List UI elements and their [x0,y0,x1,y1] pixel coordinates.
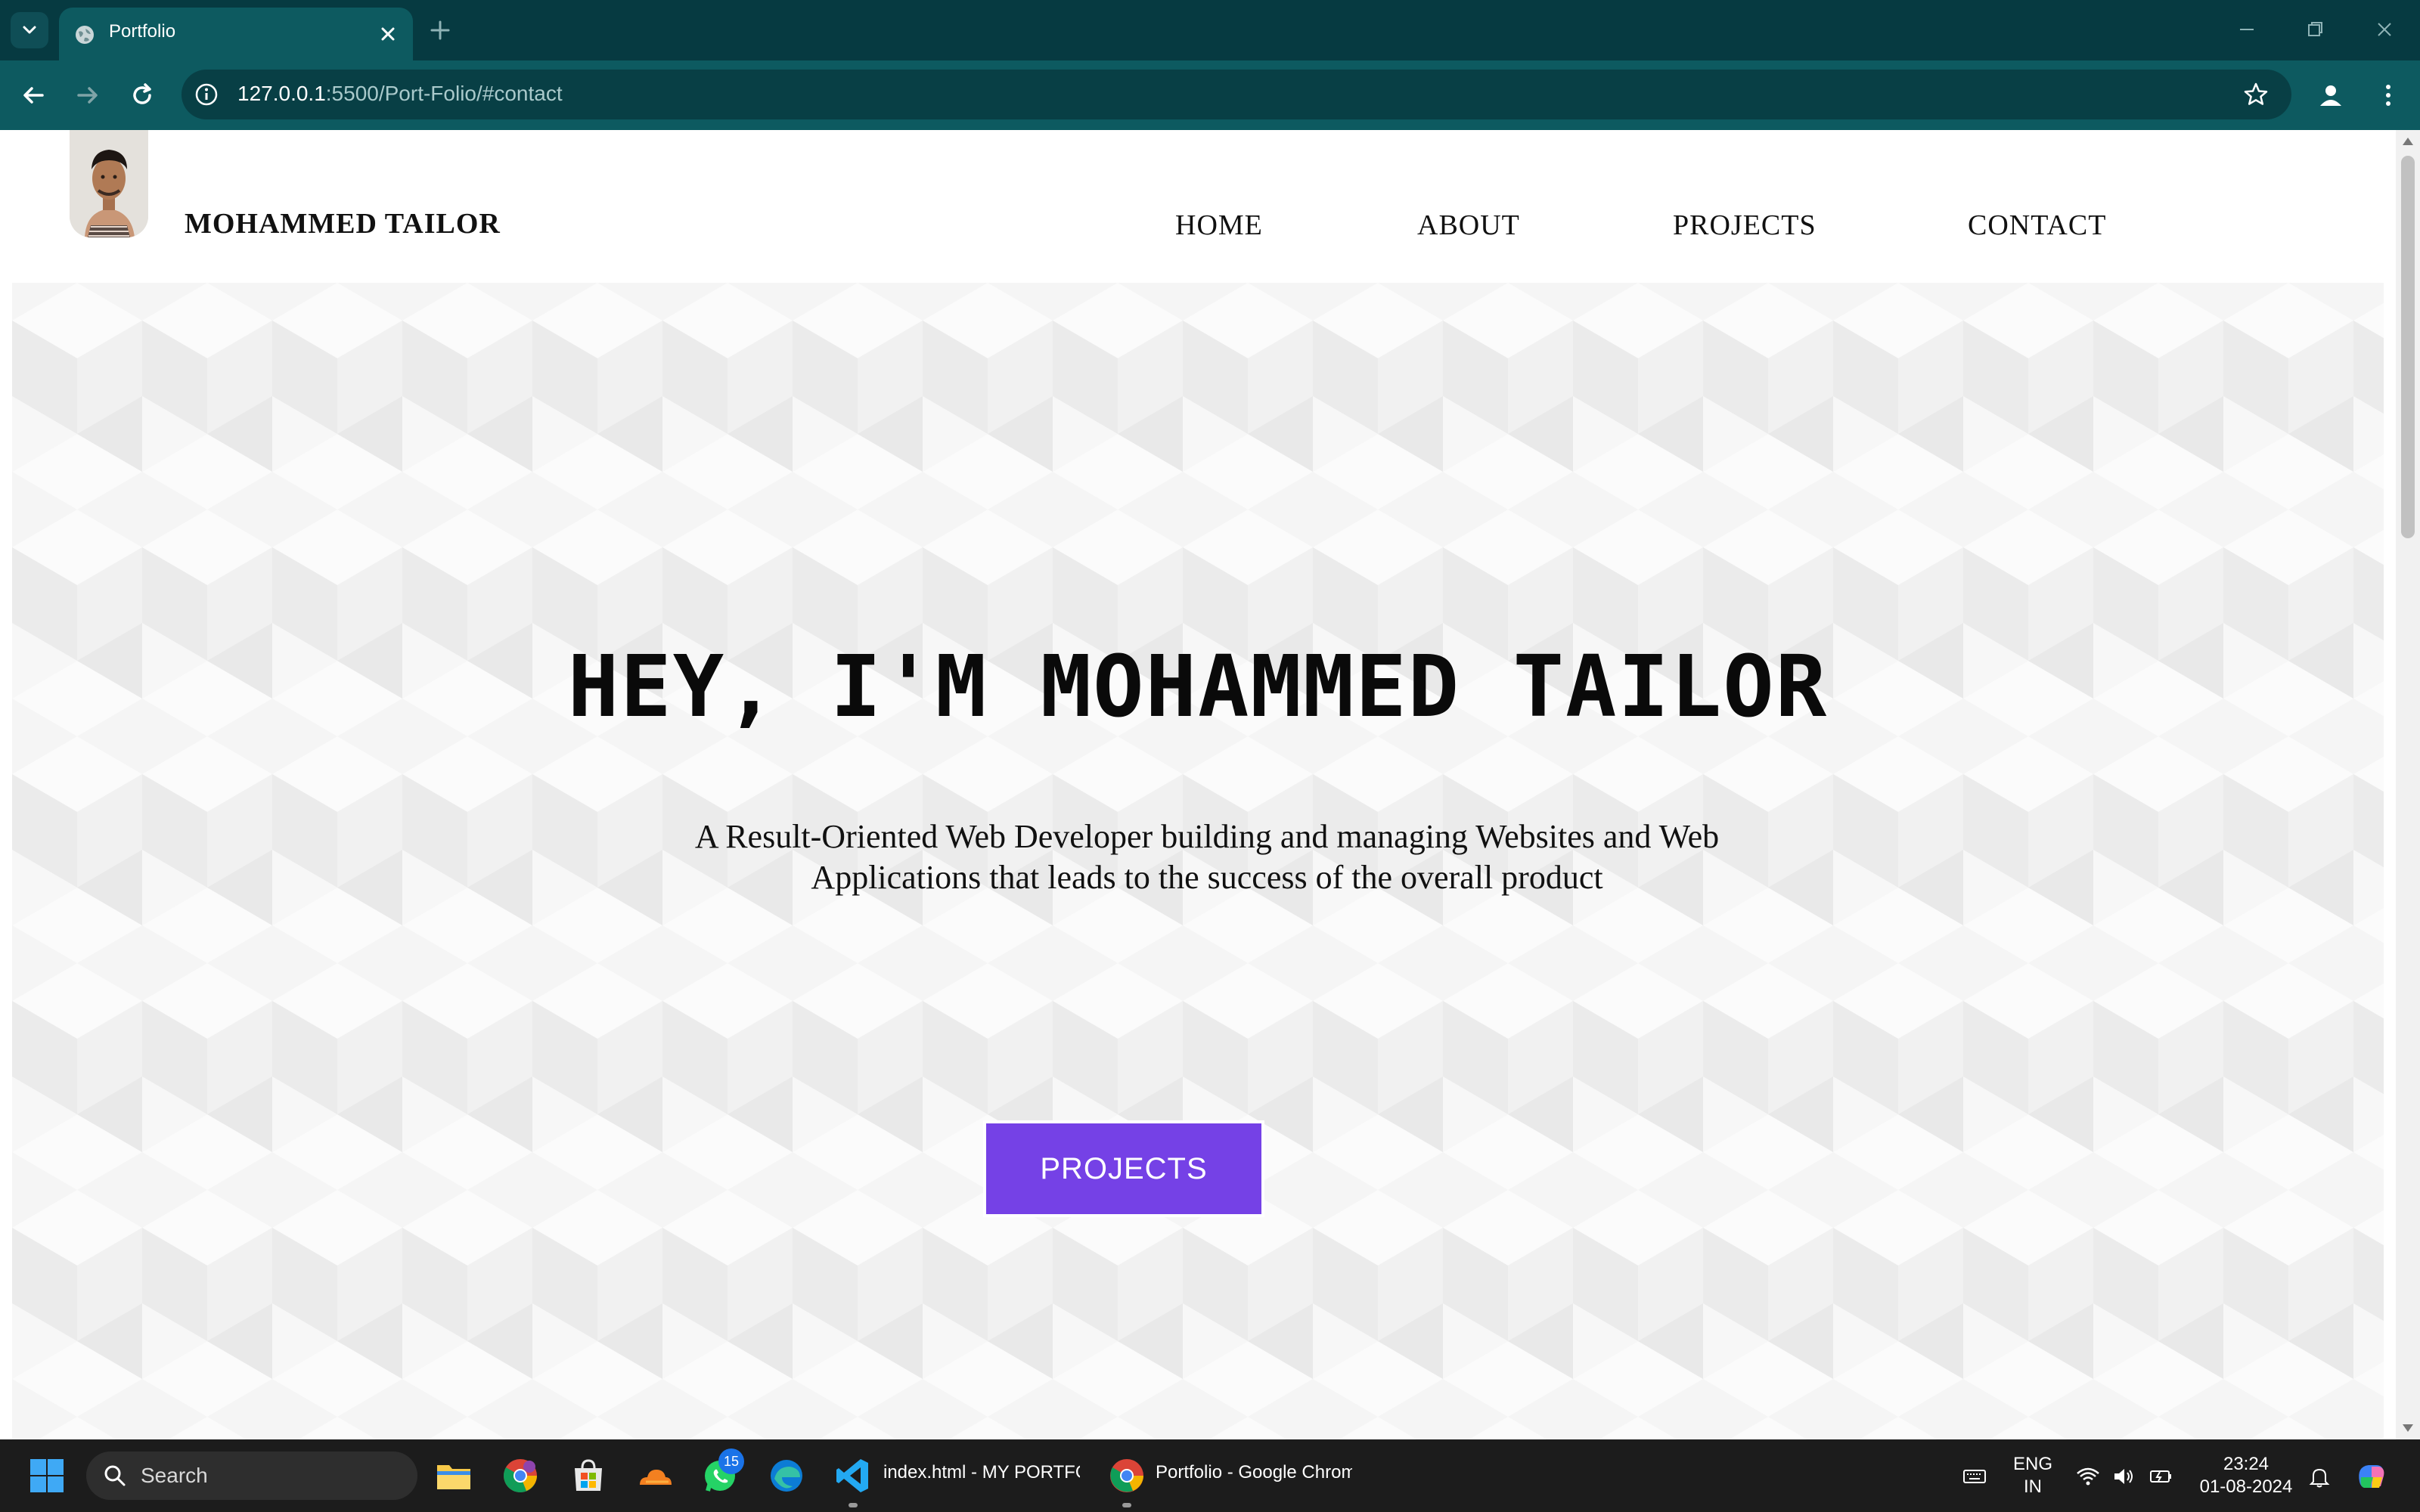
avatar [70,130,148,237]
site-header: MOHAMMED TAILOR HOME ABOUT PROJECTS CONT… [0,130,2396,281]
minimize-icon[interactable] [2234,17,2260,42]
page-scrollbar[interactable] [2396,130,2420,1439]
reload-icon[interactable] [127,80,157,110]
page-viewport: MOHAMMED TAILOR HOME ABOUT PROJECTS CONT… [0,130,2396,1439]
back-arrow-icon[interactable] [18,80,48,110]
url-text: 127.0.0.1:5500/Port-Folio/#contact [237,82,563,106]
projects-button[interactable]: PROJECTS [983,1120,1264,1217]
scrollbar-thumb[interactable] [2401,156,2415,538]
restore-icon[interactable] [2302,17,2328,42]
hero-subtitle-line-1: A Result-Oriented Web Developer building… [694,818,1720,855]
url-host: 127.0.0.1 [237,82,326,105]
chrome-taskbar-label[interactable]: Portfolio - Google Chrome [1156,1462,1352,1483]
profile-photo-icon [70,130,148,237]
cloud-app-icon[interactable] [635,1456,675,1495]
browser-tab-bar: Portfolio [0,0,2420,60]
nav-projects[interactable]: PROJECTS [1673,209,1817,242]
browser-toolbar: 127.0.0.1:5500/Port-Folio/#contact [0,60,2420,130]
taskbar-search-placeholder: Search [141,1464,208,1487]
kebab-menu-icon[interactable] [2373,80,2403,110]
nav-about[interactable]: ABOUT [1417,209,1520,242]
chrome-running-indicator [1122,1503,1131,1507]
scroll-down-arrow-icon[interactable] [2402,1423,2414,1433]
search-icon [104,1465,126,1486]
nav-home[interactable]: HOME [1175,209,1263,242]
volume-icon[interactable] [2111,1464,2137,1489]
chevron-down-icon [23,26,36,34]
chrome-icon[interactable] [1107,1456,1146,1495]
plus-icon[interactable] [428,18,452,42]
battery-icon[interactable] [2148,1464,2173,1489]
whatsapp-notification-badge: 15 [718,1448,744,1474]
hero-title: HEY, I'M MOHAMMED TAILOR [567,638,1829,736]
address-bar[interactable]: 127.0.0.1:5500/Port-Folio/#contact [182,70,2291,119]
chrome-profile-icon[interactable] [501,1456,540,1495]
tab-title: Portfolio [109,21,176,42]
edge-icon[interactable] [767,1456,806,1495]
windows-taskbar: Search 15 index.html - MY PORTFO Portfol… [0,1439,2420,1512]
profile-icon[interactable] [2316,80,2346,110]
globe-icon [76,26,94,44]
microsoft-store-icon[interactable] [569,1456,608,1495]
language-region: IN [2024,1476,2042,1497]
keyboard-icon[interactable] [1962,1464,1987,1489]
info-icon[interactable] [194,82,219,107]
notification-bell-icon[interactable] [2307,1464,2332,1489]
vscode-taskbar-label[interactable]: index.html - MY PORTFO [883,1462,1080,1483]
wifi-icon[interactable] [2075,1464,2101,1489]
clock-date: 01-08-2024 [2199,1476,2293,1497]
url-path: :5500/Port-Folio/#contact [325,82,563,105]
taskbar-search[interactable]: Search [86,1452,417,1500]
hero-section: HEY, I'M MOHAMMED TAILOR A Result-Orient… [12,283,2384,1439]
hero-subtitle-line-2: Applications that leads to the success o… [811,859,1603,896]
vscode-icon[interactable] [833,1456,873,1495]
forward-arrow-icon[interactable] [73,80,103,110]
windows-start-icon[interactable] [29,1458,65,1494]
clock[interactable]: 23:24 01-08-2024 [2193,1453,2299,1498]
vscode-running-indicator [849,1503,858,1507]
scroll-up-arrow-icon[interactable] [2402,136,2414,147]
language-code: ENG [2012,1454,2052,1474]
language-indicator[interactable]: ENG IN [2009,1453,2057,1498]
clock-time: 23:24 [2223,1454,2270,1474]
tab-search-button[interactable] [11,12,48,48]
bookmark-star-icon[interactable] [2242,80,2270,109]
close-icon[interactable] [378,24,398,44]
tab-portfolio[interactable]: Portfolio [59,8,413,60]
nav-contact[interactable]: CONTACT [1968,209,2106,242]
hero-subtitle: A Result-Oriented Web Developer building… [647,816,1767,898]
brand-name[interactable]: MOHAMMED TAILOR [185,207,501,240]
copilot-icon[interactable] [2353,1459,2388,1494]
window-close-icon[interactable] [2372,17,2397,42]
file-explorer-icon[interactable] [434,1456,473,1495]
